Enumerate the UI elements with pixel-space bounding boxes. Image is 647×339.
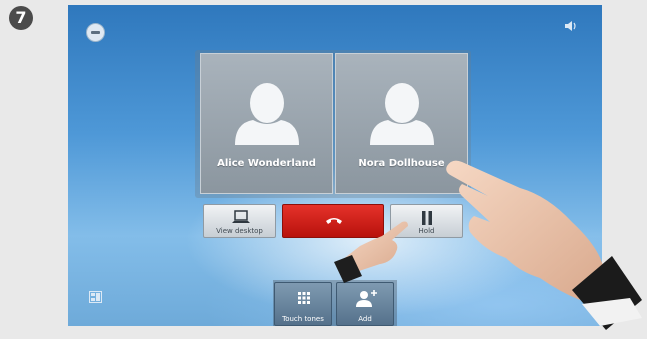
layout-icon[interactable]	[89, 291, 102, 303]
person-silhouette-icon	[370, 83, 434, 145]
minus-icon[interactable]	[86, 23, 105, 42]
hold-label: Hold	[418, 227, 435, 235]
participant-tile[interactable]: Alice Wonderland	[200, 53, 333, 194]
laptop-icon	[232, 210, 250, 223]
touch-tones-button[interactable]: Touch tones	[274, 282, 332, 326]
add-person-icon	[356, 290, 377, 307]
participant-name: Alice Wonderland	[217, 158, 316, 169]
pause-icon	[422, 211, 432, 225]
speaker-icon[interactable]	[563, 19, 577, 33]
participants-panel: Alice Wonderland Nora Dollhouse	[195, 50, 471, 198]
hold-button[interactable]: Hold	[390, 204, 463, 238]
add-button[interactable]: Add	[336, 282, 394, 326]
keypad-icon	[298, 292, 310, 304]
view-desktop-label: View desktop	[216, 227, 263, 235]
end-call-button[interactable]	[282, 204, 384, 238]
person-silhouette-icon	[235, 83, 299, 145]
phone-hangup-icon	[326, 218, 342, 224]
add-label: Add	[358, 315, 372, 323]
touch-screen: Alice Wonderland Nora Dollhouse View des…	[68, 5, 602, 326]
participant-name: Nora Dollhouse	[358, 158, 445, 169]
participant-tile[interactable]: Nora Dollhouse	[335, 53, 468, 194]
view-desktop-button[interactable]: View desktop	[203, 204, 276, 238]
touch-tones-label: Touch tones	[282, 315, 324, 323]
step-number-badge: 7	[9, 6, 33, 30]
